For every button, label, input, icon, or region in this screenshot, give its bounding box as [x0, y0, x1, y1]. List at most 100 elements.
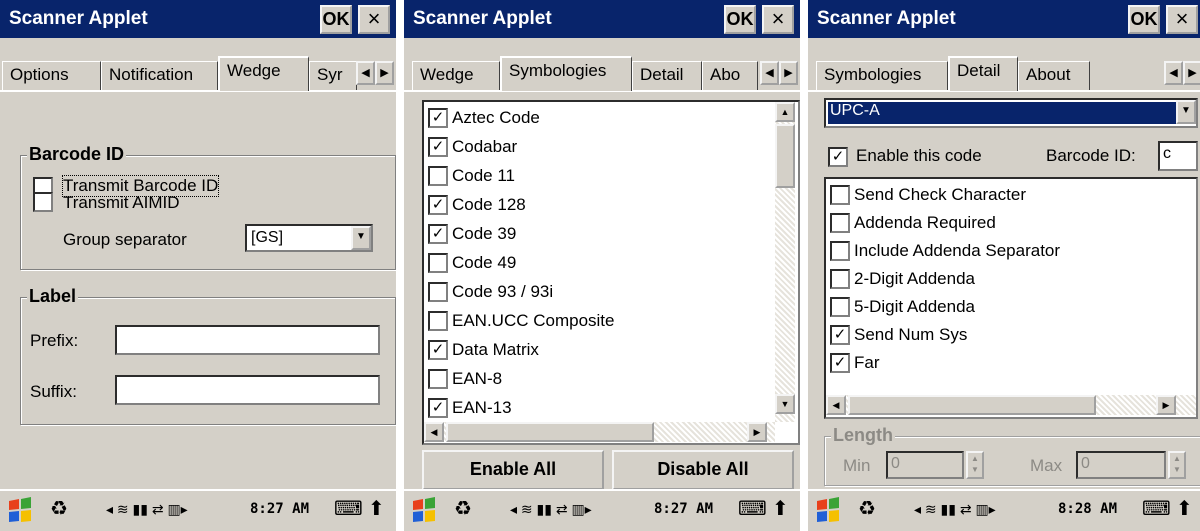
- up-arrow-icon[interactable]: ⬆: [368, 498, 385, 520]
- close-button[interactable]: ×: [358, 5, 390, 34]
- dropdown-arrow-icon[interactable]: ▼: [351, 226, 371, 250]
- h-scroll-thumb[interactable]: [848, 395, 1096, 415]
- list-item-checkbox[interactable]: ✓: [428, 397, 448, 418]
- horizontal-scrollbar[interactable]: ◀ ▶: [826, 395, 1196, 415]
- ok-button[interactable]: OK: [724, 5, 756, 34]
- close-button[interactable]: ×: [1166, 5, 1198, 34]
- scroll-left-icon[interactable]: ◀: [826, 395, 846, 415]
- symbology-list[interactable]: ✓ Aztec Code ✓ Codabar Code 11 ✓ Code 128 ✓ Code…: [422, 100, 800, 445]
- list-item[interactable]: Send Check Character: [830, 180, 1026, 209]
- max-input[interactable]: 0: [1076, 451, 1166, 479]
- list-item[interactable]: EAN-8: [428, 364, 502, 393]
- list-item-checkbox[interactable]: [830, 212, 850, 233]
- list-item-checkbox[interactable]: ✓: [830, 324, 850, 345]
- list-item[interactable]: ✓ Code 39: [428, 219, 516, 248]
- list-item[interactable]: 2-Digit Addenda: [830, 264, 975, 293]
- connectivity-icon[interactable]: ♻: [858, 498, 876, 520]
- list-item-checkbox[interactable]: [830, 240, 850, 261]
- list-item[interactable]: Code 93 / 93i: [428, 277, 553, 306]
- list-item-checkbox[interactable]: [830, 184, 850, 205]
- h-scroll-thumb[interactable]: [446, 422, 654, 442]
- max-spinner-icon[interactable]: ▲ ▼: [1168, 451, 1186, 479]
- tab-left-arrow-icon[interactable]: ◀: [760, 61, 779, 85]
- tab-symbologies-partial[interactable]: Syr: [309, 61, 357, 90]
- list-item[interactable]: ✓ Codabar: [428, 132, 517, 161]
- list-item-checkbox[interactable]: ✓: [428, 194, 448, 215]
- list-item-checkbox[interactable]: [428, 281, 448, 302]
- list-item[interactable]: ✓ Far: [830, 348, 880, 377]
- connectivity-icon[interactable]: ♻: [454, 498, 472, 520]
- symbology-select[interactable]: UPC-A ▼: [824, 98, 1198, 128]
- barcode-id-input[interactable]: c: [1158, 141, 1198, 171]
- ok-button[interactable]: OK: [320, 5, 352, 34]
- list-item[interactable]: Include Addenda Separator: [830, 236, 1060, 265]
- list-item-checkbox[interactable]: [428, 252, 448, 273]
- clock[interactable]: 8:27 AM: [250, 501, 309, 517]
- group-separator-select[interactable]: [GS] ▼: [245, 224, 373, 252]
- list-item-checkbox[interactable]: ✓: [428, 136, 448, 157]
- tab-detail[interactable]: Detail: [632, 61, 702, 90]
- prefix-input[interactable]: [115, 325, 380, 355]
- transmit-aimid-checkbox[interactable]: [33, 192, 53, 212]
- vertical-scrollbar[interactable]: ▲ ▼: [775, 102, 795, 422]
- scroll-up-icon[interactable]: ▲: [775, 102, 795, 122]
- min-input[interactable]: 0: [886, 451, 964, 479]
- list-item-checkbox[interactable]: ✓: [428, 107, 448, 128]
- tab-options[interactable]: Options: [2, 61, 101, 90]
- tab-left-arrow-icon[interactable]: ◀: [1164, 61, 1183, 85]
- close-button[interactable]: ×: [762, 5, 794, 34]
- tab-right-arrow-icon[interactable]: ▶: [375, 61, 394, 85]
- up-arrow-icon[interactable]: ⬆: [1176, 498, 1193, 520]
- tab-symbologies[interactable]: Symbologies: [500, 56, 632, 91]
- disable-all-button[interactable]: Disable All: [612, 450, 794, 490]
- dropdown-arrow-icon[interactable]: ▼: [1176, 100, 1196, 124]
- wifi-signal-icon[interactable]: ◂ ≋ ▮▮ ⇄ ▥▸: [510, 498, 592, 520]
- clock[interactable]: 8:27 AM: [654, 501, 713, 517]
- ok-button[interactable]: OK: [1128, 5, 1160, 34]
- detail-options-list[interactable]: Send Check Character Addenda Required Incl…: [824, 177, 1198, 419]
- scroll-down-icon[interactable]: ▼: [775, 394, 795, 414]
- connectivity-icon[interactable]: ♻: [50, 498, 68, 520]
- tab-symbologies[interactable]: Symbologies: [816, 61, 948, 90]
- keyboard-icon[interactable]: ⌨: [738, 498, 767, 520]
- tab-wedge[interactable]: Wedge: [412, 61, 500, 90]
- up-arrow-icon[interactable]: ⬆: [772, 498, 789, 520]
- tab-right-arrow-icon[interactable]: ▶: [1183, 61, 1200, 85]
- windows-start-icon[interactable]: [410, 495, 438, 525]
- list-item[interactable]: EAN.UCC Composite: [428, 306, 615, 335]
- list-item[interactable]: Code 11: [428, 161, 515, 190]
- list-item[interactable]: ✓ Send Num Sys: [830, 320, 967, 349]
- scroll-right-icon[interactable]: ▶: [747, 422, 767, 442]
- enable-this-code-checkbox[interactable]: ✓: [828, 147, 848, 167]
- windows-start-icon[interactable]: [814, 495, 842, 525]
- list-item-checkbox[interactable]: [428, 368, 448, 389]
- tab-about-partial[interactable]: Abo: [702, 61, 758, 90]
- list-item-checkbox[interactable]: ✓: [428, 223, 448, 244]
- list-item-checkbox[interactable]: ✓: [428, 339, 448, 360]
- list-item-checkbox[interactable]: [830, 268, 850, 289]
- tab-about[interactable]: About: [1018, 61, 1090, 90]
- tab-notification[interactable]: Notification: [101, 61, 218, 90]
- suffix-input[interactable]: [115, 375, 380, 405]
- tab-right-arrow-icon[interactable]: ▶: [779, 61, 798, 85]
- scroll-thumb[interactable]: [775, 124, 795, 188]
- list-item[interactable]: Addenda Required: [830, 208, 996, 237]
- list-item-checkbox[interactable]: [428, 165, 448, 186]
- min-spinner-icon[interactable]: ▲ ▼: [966, 451, 984, 479]
- list-item-checkbox[interactable]: [428, 310, 448, 331]
- list-item-checkbox[interactable]: ✓: [830, 352, 850, 373]
- wifi-signal-icon[interactable]: ◂ ≋ ▮▮ ⇄ ▥▸: [914, 498, 996, 520]
- list-item[interactable]: ✓ Code 128: [428, 190, 526, 219]
- enable-all-button[interactable]: Enable All: [422, 450, 604, 490]
- tab-detail[interactable]: Detail: [948, 56, 1018, 91]
- tab-wedge[interactable]: Wedge: [218, 56, 309, 91]
- keyboard-icon[interactable]: ⌨: [1142, 498, 1171, 520]
- scroll-left-icon[interactable]: ◀: [424, 422, 444, 442]
- clock[interactable]: 8:28 AM: [1058, 501, 1117, 517]
- keyboard-icon[interactable]: ⌨: [334, 498, 363, 520]
- scroll-right-icon[interactable]: ▶: [1156, 395, 1176, 415]
- list-item[interactable]: ✓ EAN-13: [428, 393, 512, 422]
- list-item[interactable]: Code 49: [428, 248, 516, 277]
- tab-left-arrow-icon[interactable]: ◀: [356, 61, 375, 85]
- list-item-checkbox[interactable]: [830, 296, 850, 317]
